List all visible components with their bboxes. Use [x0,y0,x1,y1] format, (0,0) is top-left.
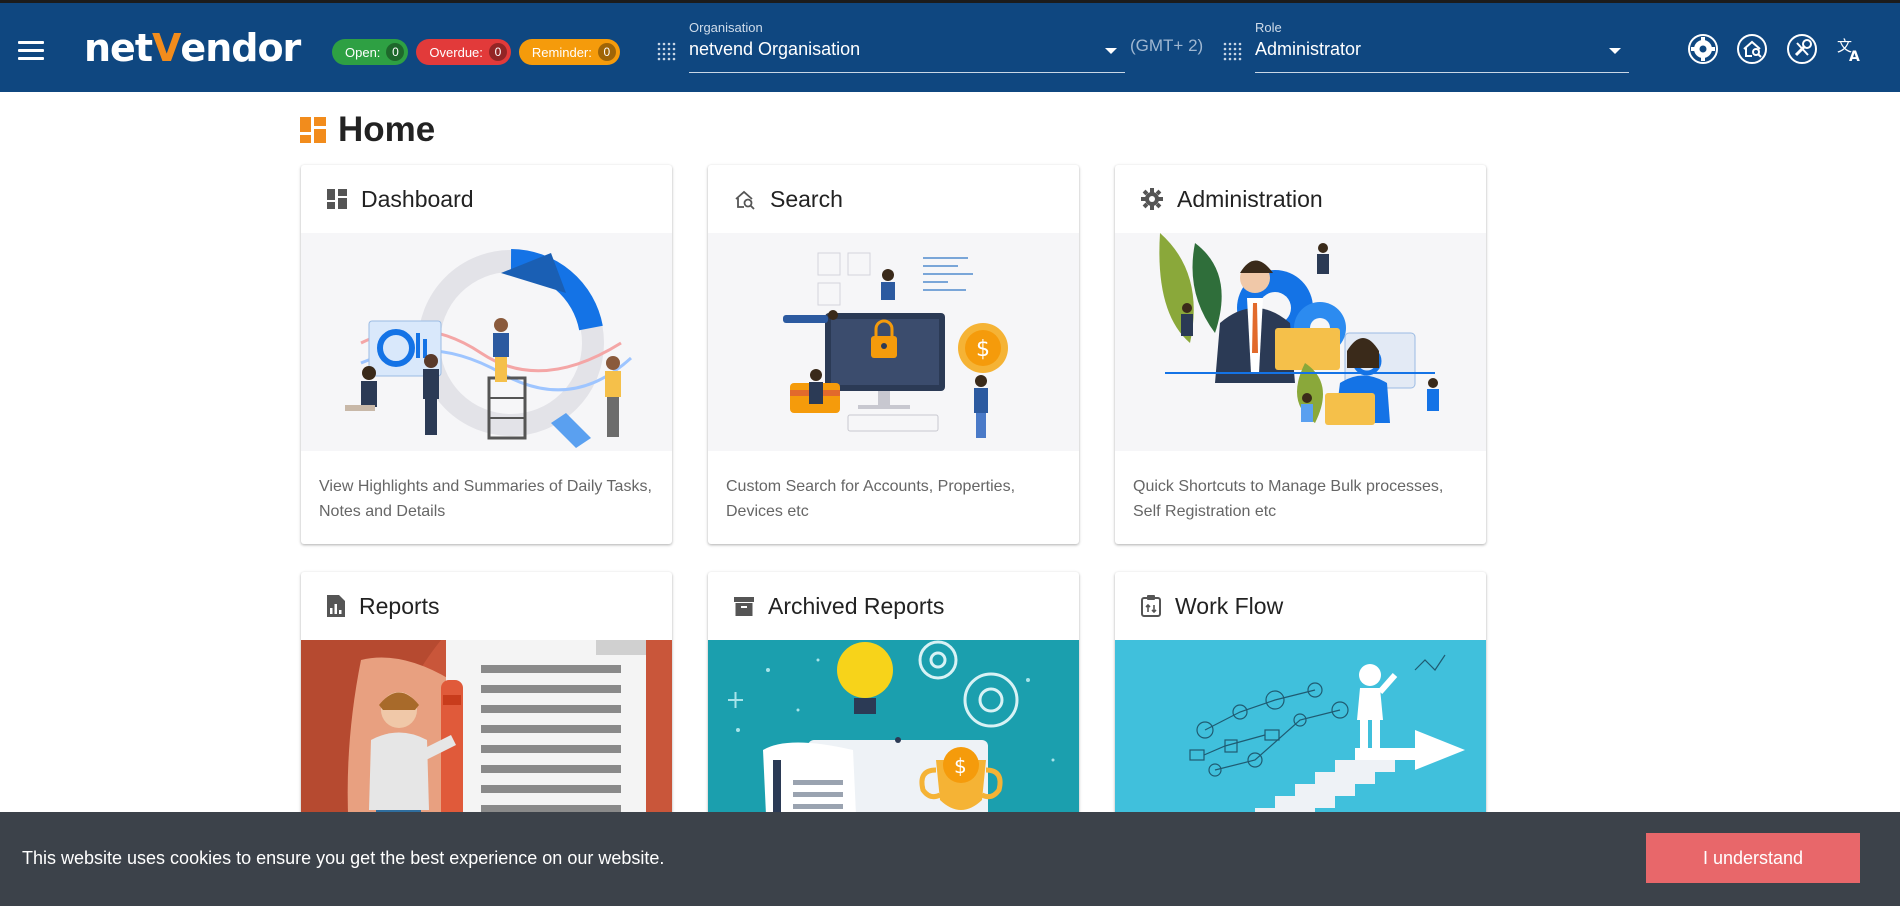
dashboard-illustration [301,233,672,451]
role-label: Role [1255,20,1282,35]
cookie-message: This website uses cookies to ensure you … [22,848,665,868]
dashboard-grid-icon [300,117,326,143]
status-badges: Open: 0 Overdue: 0 Reminder: 0 [332,39,620,65]
report-icon [327,595,345,617]
card-description: Custom Search for Accounts, Properties, … [726,478,1016,520]
home-search-icon[interactable] [1736,33,1768,65]
settings-icon[interactable] [1687,33,1719,65]
reminder-badge[interactable]: Reminder: 0 [518,39,620,65]
organisation-label: Organisation [689,20,763,35]
card-title: Dashboard [361,185,474,212]
app-frame: net Vendor Open: 0 Overdue: 0 Reminder: 0 [0,0,1900,906]
card-description: Quick Shortcuts to Manage Bulk processes… [1133,478,1444,520]
card-header: Dashboard [301,165,672,233]
chevron-down-icon [1609,48,1621,54]
page-title: Home [300,110,435,150]
reminder-badge-label: Reminder: [531,44,592,60]
card-header: Reports [301,572,672,640]
overdue-badge[interactable]: Overdue: 0 [416,39,511,65]
logo-text-net: net [84,26,153,70]
card-header: Administration [1115,165,1486,233]
gear-icon [1141,188,1163,210]
logo-text-v: V [152,26,181,70]
open-badge-count: 0 [386,43,405,61]
role-select[interactable]: Role Administrator [1255,17,1629,73]
card-description: View Highlights and Summaries of Daily T… [319,478,652,520]
overdue-badge-label: Overdue: [429,44,483,60]
overdue-badge-count: 0 [488,43,507,61]
card-header: Search [708,165,1079,233]
card-title: Search [770,185,843,212]
open-badge-label: Open: [345,44,381,60]
translate-icon[interactable]: 文 A [1834,33,1866,65]
search-illustration: $ [708,233,1079,451]
card-title: Administration [1177,185,1323,212]
svg-text:$: $ [976,337,990,362]
svg-text:$: $ [954,754,967,778]
search-card[interactable]: Search $ Custom Search for Accounts, Pro… [708,165,1079,544]
card-title: Reports [359,592,440,619]
cookie-banner: This website uses cookies to ensure you … [0,812,1900,906]
administration-card[interactable]: Administration Quick Shortcuts to Manage [1115,165,1486,544]
chevron-down-icon [1105,48,1117,54]
card-header: Archived Reports [708,572,1079,640]
card-title: Archived Reports [768,592,945,619]
archive-icon [734,597,754,616]
open-badge[interactable]: Open: 0 [332,39,409,65]
role-grid-icon [1223,42,1242,61]
organisation-value: netvend Organisation [689,39,861,59]
card-title: Work Flow [1175,592,1284,619]
netvendor-logo[interactable]: net Vendor [84,25,301,71]
reminder-badge-count: 0 [597,43,616,61]
organisation-select[interactable]: Organisation netvend Organisation [689,17,1125,73]
dashboard-icon [327,189,347,209]
menu-icon[interactable] [18,41,44,61]
organisation-grid-icon [657,42,676,61]
dashboard-card[interactable]: Dashboard View Highlights and Summaries … [301,165,672,544]
cookie-accept-button[interactable]: I understand [1646,833,1860,883]
search-icon [735,190,755,210]
svg-text:A: A [1849,49,1860,65]
workflow-icon [1141,595,1161,617]
card-header: Work Flow [1115,572,1486,640]
logo-text-endor: endor [180,26,301,70]
role-value: Administrator [1255,39,1362,59]
timezone-label: (GMT+ 2) [1130,36,1204,55]
page-title-text: Home [338,110,436,149]
tools-icon[interactable] [1786,33,1818,65]
administration-illustration [1115,233,1486,451]
top-bar: net Vendor Open: 0 Overdue: 0 Reminder: 0 [0,0,1900,92]
